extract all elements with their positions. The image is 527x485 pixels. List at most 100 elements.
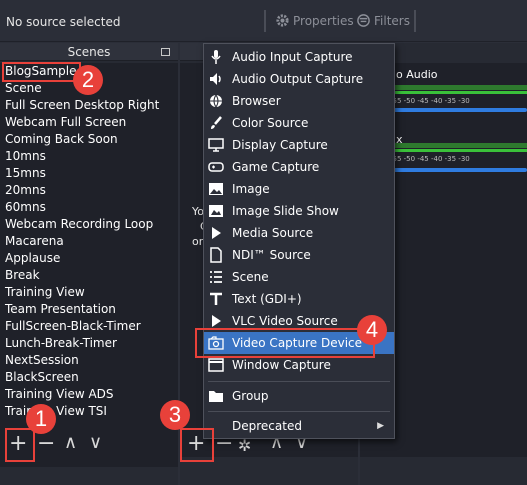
- volume-meter: [390, 149, 527, 152]
- source-toolbar: No source selected Properties Filters: [0, 0, 527, 42]
- meter-scale: -55 -50 -45 -40 -35 -30: [390, 155, 470, 163]
- volume-meter: [390, 143, 527, 148]
- menu-item-label: Media Source: [232, 226, 314, 240]
- highlight-box: [180, 428, 214, 462]
- scene-list-item[interactable]: 15mns: [0, 165, 178, 182]
- menu-item-label: Deprecated: [232, 419, 302, 433]
- callout-badge: 3: [160, 400, 190, 430]
- speaker-icon: [208, 71, 224, 87]
- volume-slider[interactable]: [390, 168, 527, 172]
- gamepad-icon: [208, 159, 224, 175]
- menu-item-label: Audio Input Capture: [232, 50, 353, 64]
- gear-icon: [276, 14, 289, 27]
- menu-separator: [208, 411, 390, 412]
- image-icon: [208, 181, 224, 197]
- menu-item-media-source[interactable]: Media Source: [204, 222, 394, 244]
- scene-list-item[interactable]: Coming Back Soon: [0, 131, 178, 148]
- menu-item-ndi-source[interactable]: NDI™ Source: [204, 244, 394, 266]
- menu-item-browser[interactable]: Browser: [204, 90, 394, 112]
- menu-item-group[interactable]: Group: [204, 385, 394, 407]
- globe-icon: [208, 93, 224, 109]
- undock-icon[interactable]: [161, 48, 170, 56]
- scene-list-item[interactable]: Webcam Full Screen: [0, 114, 178, 131]
- menu-item-display-capture[interactable]: Display Capture: [204, 134, 394, 156]
- scene-list-item[interactable]: Training View: [0, 284, 178, 301]
- scene-list-item[interactable]: Webcam Recording Loop: [0, 216, 178, 233]
- menu-item-color-source[interactable]: Color Source: [204, 112, 394, 134]
- menu-item-image[interactable]: Image: [204, 178, 394, 200]
- menu-item-label: Scene: [232, 270, 269, 284]
- play-icon: [208, 313, 224, 329]
- scene-list-item[interactable]: BlackScreen: [0, 369, 178, 386]
- remove-scene-button[interactable]: −: [37, 433, 55, 455]
- scene-list-item[interactable]: Full Screen Desktop Right: [0, 97, 178, 114]
- menu-item-audio-output-capture[interactable]: Audio Output Capture: [204, 68, 394, 90]
- menu-item-game-capture[interactable]: Game Capture: [204, 156, 394, 178]
- window-icon: [208, 357, 224, 373]
- slideshow-icon: [208, 203, 224, 219]
- scene-list-item[interactable]: 10mns: [0, 148, 178, 165]
- volume-slider[interactable]: [390, 108, 527, 112]
- scene-list-item[interactable]: 20mns: [0, 182, 178, 199]
- callout-badge: 2: [73, 65, 103, 95]
- add-source-menu: Audio Input Capture Audio Output Capture B…: [203, 43, 395, 439]
- volume-meter: [390, 85, 527, 90]
- scenes-header: Scenes: [0, 43, 178, 61]
- filters-button[interactable]: Filters: [356, 13, 410, 28]
- menu-item-audio-input-capture[interactable]: Audio Input Capture: [204, 46, 394, 68]
- scene-list-item[interactable]: Training View ADS: [0, 386, 178, 403]
- filters-label: Filters: [374, 13, 410, 28]
- scene-list-item[interactable]: Macarena: [0, 233, 178, 250]
- empty-hint-text: or: [192, 235, 204, 248]
- scene-list-item[interactable]: Break: [0, 267, 178, 284]
- scenes-title: Scenes: [67, 45, 111, 59]
- menu-item-label: Display Capture: [232, 138, 328, 152]
- menu-item-scene[interactable]: Scene: [204, 266, 394, 288]
- callout-badge: 1: [26, 404, 56, 434]
- move-down-icon[interactable]: ∨: [89, 432, 102, 454]
- menu-item-label: Audio Output Capture: [232, 72, 364, 86]
- scene-list-item[interactable]: 60mns: [0, 199, 178, 216]
- highlight-box: [2, 62, 81, 82]
- highlight-box: [195, 328, 375, 358]
- menu-item-text-gdi[interactable]: Text (GDI+): [204, 288, 394, 310]
- mixer-track-label: o Audio: [396, 68, 438, 81]
- submenu-arrow-icon: ▶: [377, 421, 384, 431]
- menu-item-label: Text (GDI+): [232, 292, 302, 306]
- scene-list-item[interactable]: FullScreen-Black-Timer: [0, 318, 178, 335]
- scene-list-item[interactable]: NextSession: [0, 352, 178, 369]
- menu-item-deprecated[interactable]: Deprecated ▶: [204, 415, 394, 437]
- no-source-label: No source selected: [6, 15, 121, 29]
- monitor-icon: [208, 137, 224, 153]
- menu-item-label: Image: [232, 182, 270, 196]
- divider: [414, 10, 416, 32]
- menu-item-label: Game Capture: [232, 160, 320, 174]
- properties-label: Properties: [293, 13, 354, 28]
- scene-list-item[interactable]: Lunch-Break-Timer: [0, 335, 178, 352]
- menu-item-label: Browser: [232, 94, 281, 108]
- scene-list-item[interactable]: Team Presentation: [0, 301, 178, 318]
- microphone-icon: [208, 49, 224, 65]
- folder-icon: [208, 388, 224, 404]
- file-icon: [208, 247, 224, 263]
- menu-item-label: Window Capture: [232, 358, 331, 372]
- filter-icon: [357, 14, 370, 27]
- properties-button[interactable]: Properties: [275, 13, 354, 28]
- menu-separator: [208, 381, 390, 382]
- meter-scale: -55 -50 -45 -40 -35 -30: [390, 97, 470, 105]
- play-icon: [208, 225, 224, 241]
- menu-item-label: VLC Video Source: [232, 314, 338, 328]
- highlight-box: [5, 428, 35, 462]
- text-icon: [208, 291, 224, 307]
- brush-icon: [208, 115, 224, 131]
- callout-badge: 4: [357, 315, 387, 345]
- menu-item-label: Group: [232, 389, 269, 403]
- divider: [264, 10, 266, 32]
- volume-meter: [390, 91, 527, 94]
- menu-item-label: NDI™ Source: [232, 248, 311, 262]
- list-icon: [208, 269, 224, 285]
- move-up-icon[interactable]: ∧: [64, 432, 77, 454]
- scene-list-item[interactable]: Applause: [0, 250, 178, 267]
- menu-item-label: Image Slide Show: [232, 204, 339, 218]
- menu-item-image-slide-show[interactable]: Image Slide Show: [204, 200, 394, 222]
